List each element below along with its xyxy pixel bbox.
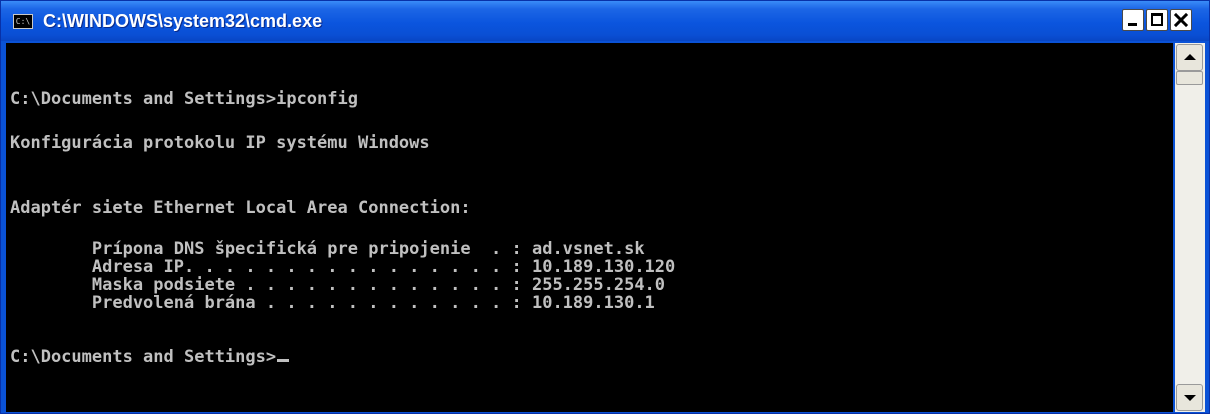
console-line: C:\Documents and Settings>ipconfig xyxy=(10,89,358,109)
console-line: Maska podsiete . . . . . . . . . . . . .… xyxy=(10,275,666,295)
window-title: C:\WINDOWS\system32\cmd.exe xyxy=(43,11,323,31)
scroll-down-button[interactable] xyxy=(1176,384,1203,411)
minimize-button[interactable] xyxy=(1122,9,1144,31)
maximize-icon xyxy=(1151,13,1163,26)
arrow-up-icon xyxy=(1184,54,1196,60)
minimize-icon xyxy=(1128,23,1137,26)
console-line: Adresa IP. . . . . . . . . . . . . . . .… xyxy=(10,257,676,277)
cmd-app-icon[interactable]: C:\ xyxy=(13,14,33,29)
scroll-up-button[interactable] xyxy=(1176,44,1203,71)
arrow-down-icon xyxy=(1184,395,1196,401)
scrollbar-thumb[interactable] xyxy=(1176,71,1203,85)
console-line: Predvolená brána . . . . . . . . . . . .… xyxy=(10,293,655,313)
cmd-window: C:\ C:\WINDOWS\system32\cmd.exe C:\Docum… xyxy=(0,0,1210,414)
console-prompt-line: C:\Documents and Settings> xyxy=(10,347,290,367)
text-cursor xyxy=(277,359,290,362)
close-icon xyxy=(1173,12,1189,28)
console-line: Konfigurácia protokolu IP systému Window… xyxy=(10,133,430,153)
maximize-button[interactable] xyxy=(1146,9,1168,31)
vertical-scrollbar[interactable] xyxy=(1175,43,1205,412)
console-line: Adaptér siete Ethernet Local Area Connec… xyxy=(10,198,471,218)
close-button[interactable] xyxy=(1170,9,1192,31)
prompt-text: C:\Documents and Settings> xyxy=(10,347,277,367)
title-bar[interactable]: C:\ C:\WINDOWS\system32\cmd.exe xyxy=(1,1,1209,41)
console-output[interactable]: C:\Documents and Settings>ipconfig Konfi… xyxy=(6,43,1173,412)
console-line: Prípona DNS špecifická pre pripojenie . … xyxy=(10,239,645,259)
